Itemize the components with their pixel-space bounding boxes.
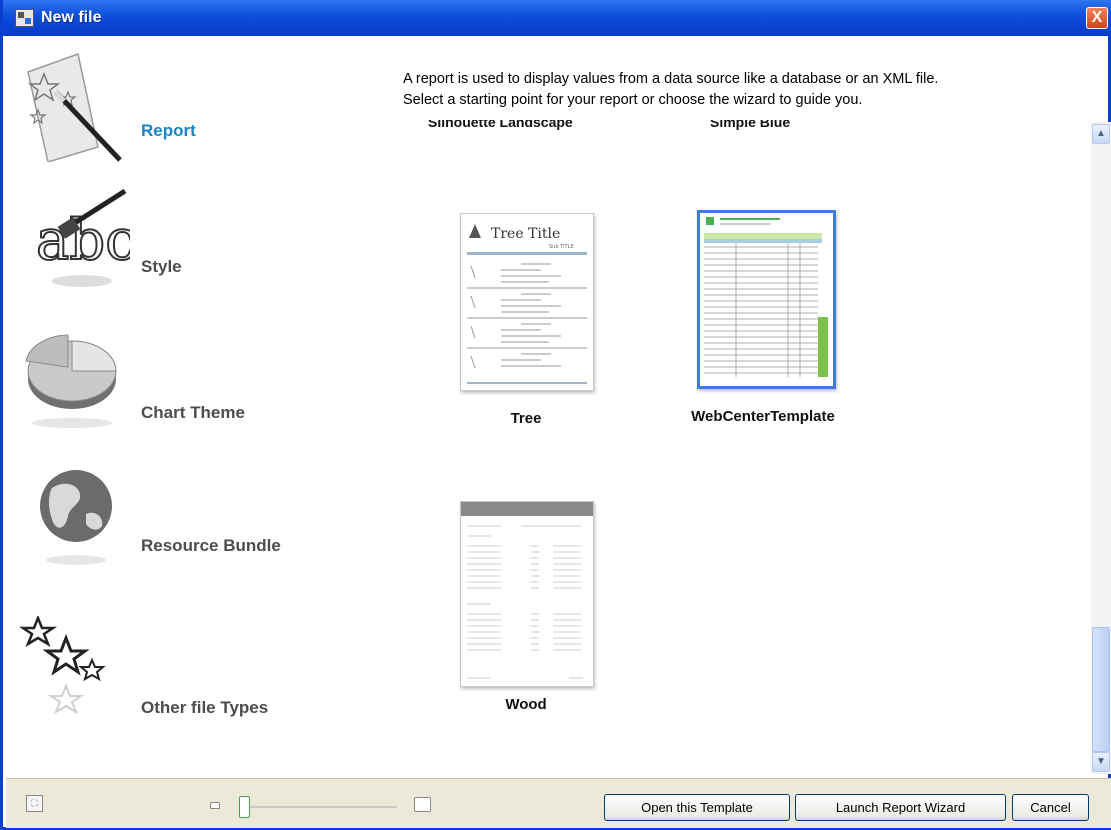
zoom-out-icon[interactable] — [210, 802, 220, 809]
sidebar-item-label: Report — [141, 121, 196, 140]
template-tree-thumbnail[interactable]: Tree Title Sub TITLE — [460, 213, 594, 391]
zoom-slider-thumb[interactable] — [239, 796, 250, 818]
webcenter-preview — [704, 217, 828, 377]
tree-preview: Tree Title Sub TITLE — [467, 224, 587, 384]
close-button[interactable]: X — [1086, 7, 1108, 29]
tree-thumbnail-title: Tree Title — [491, 226, 560, 242]
bottom-toolbar: ⛶ Open this Template Launch Report Wizar… — [6, 778, 1111, 828]
file-type-sidebar: Report abc Style Chart Theme Resource Bu… — [6, 36, 388, 756]
vertical-scrollbar[interactable]: ▲ ▼ — [1091, 122, 1111, 774]
wood-preview — [461, 502, 593, 679]
sidebar-item-chart-theme[interactable]: Chart Theme — [6, 321, 376, 451]
description-line: Select a starting point for your report … — [403, 92, 863, 108]
open-template-button[interactable]: Open this Template — [604, 794, 790, 821]
template-label[interactable]: WebCenterTemplate — [663, 408, 863, 425]
sidebar-item-other-file-types[interactable]: Other file Types — [6, 596, 376, 726]
sidebar-item-style[interactable]: abc Style — [6, 181, 376, 311]
description: A report is used to display values from … — [403, 69, 938, 111]
template-webcenter-thumbnail[interactable] — [697, 210, 836, 389]
fit-to-window-icon[interactable]: ⛶ — [26, 795, 43, 812]
launch-wizard-button[interactable]: Launch Report Wizard — [795, 794, 1006, 821]
scroll-up-button[interactable]: ▲ — [1092, 124, 1110, 144]
zoom-in-icon[interactable] — [414, 797, 431, 812]
sidebar-item-report[interactable]: Report — [6, 46, 376, 176]
report-wand-icon — [27, 53, 122, 162]
template-label[interactable]: Silhouette Landscape — [428, 120, 573, 130]
title-bar[interactable]: New file X — [3, 0, 1111, 36]
template-label[interactable]: Tree — [426, 410, 626, 427]
sidebar-item-label: Other file Types — [141, 698, 269, 717]
sidebar-item-label: Style — [141, 257, 182, 276]
pie-chart-icon — [25, 334, 117, 428]
sidebar-item-resource-bundle[interactable]: Resource Bundle — [6, 456, 376, 586]
stars-icon — [20, 616, 106, 715]
app-icon — [15, 9, 34, 27]
cancel-button[interactable]: Cancel — [1012, 794, 1089, 821]
template-label[interactable]: Wood — [426, 696, 626, 713]
template-gallery: Silhouette Landscape Simple Blue Tree Ti… — [395, 120, 1090, 774]
template-label[interactable]: Simple Blue — [710, 120, 790, 130]
globe-icon — [40, 470, 112, 565]
scroll-thumb[interactable] — [1092, 627, 1110, 752]
zoom-slider-track[interactable] — [242, 806, 397, 808]
style-brush-icon: abc — [35, 188, 130, 287]
sidebar-item-label: Chart Theme — [141, 403, 245, 422]
new-file-dialog: New file X Report abc Style Chart Theme … — [0, 0, 1111, 830]
description-line: A report is used to display values from … — [403, 71, 939, 87]
window-title: New file — [41, 9, 102, 26]
scroll-down-button[interactable]: ▼ — [1092, 752, 1110, 772]
sidebar-item-label: Resource Bundle — [141, 536, 281, 555]
template-wood-thumbnail[interactable] — [460, 501, 594, 687]
tree-thumbnail-subtitle: Sub TITLE — [549, 244, 574, 250]
